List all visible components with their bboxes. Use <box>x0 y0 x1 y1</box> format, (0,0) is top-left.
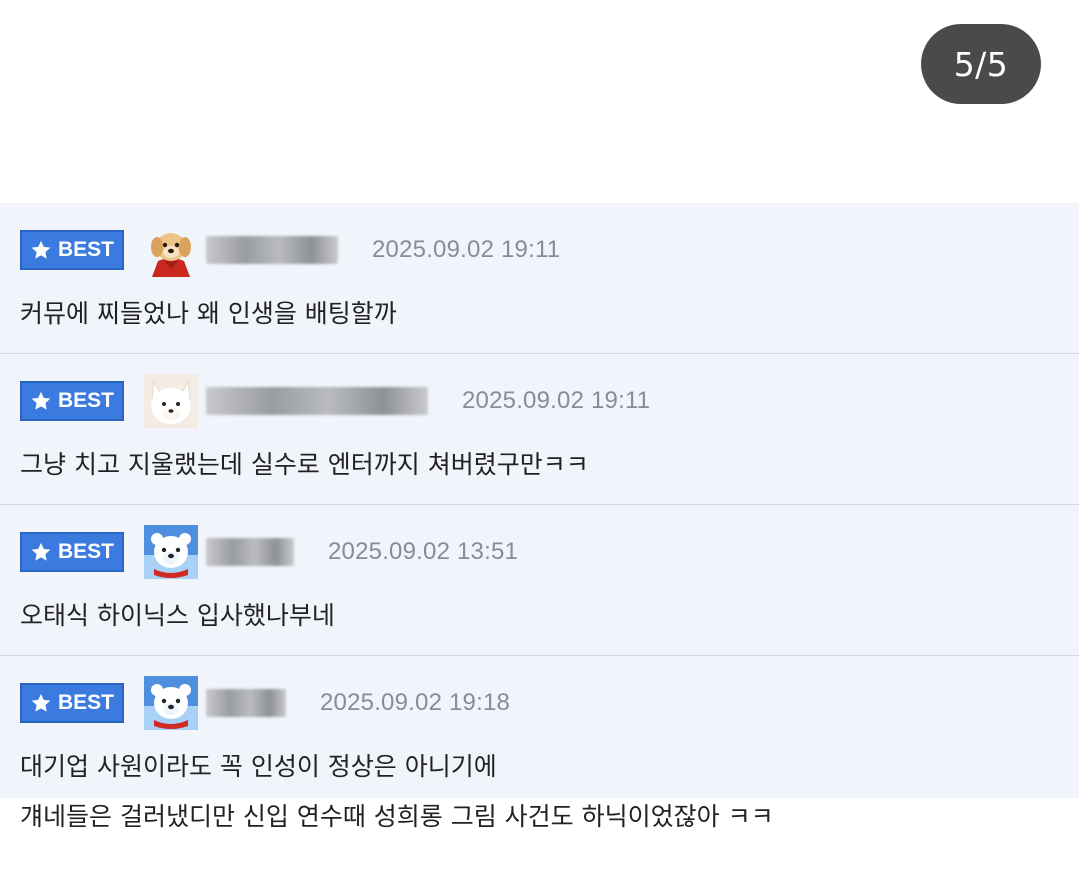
comment-date: 2025.09.02 19:11 <box>462 387 651 414</box>
nickname-blurred[interactable] <box>206 387 428 415</box>
comment-text: 그냥 치고 지울랬는데 실수로 엔터까지 쳐버렸구만ㅋㅋ <box>20 440 589 490</box>
comment-date: 2025.09.02 19:18 <box>320 689 511 716</box>
comment-item: BEST 2025.09.02 13:51 오태식 하이닉스 입사했나부네 <box>0 505 1079 656</box>
best-badge-label: BEST <box>57 389 114 412</box>
comment-date: 2025.09.02 19:11 <box>372 236 561 263</box>
comment-meta: BEST 2025.09.02 19:11 <box>20 374 650 428</box>
best-badge-label: BEST <box>57 540 114 563</box>
comment-text: 대기업 사원이라도 꼭 인성이 정상은 아니기에 걔네들은 걸러냈디만 신입 연… <box>20 742 774 842</box>
comment-line: 커뮤에 찌들었나 왜 인생을 배팅할까 <box>20 299 397 328</box>
comment-line: 오태식 하이닉스 입사했나부네 <box>20 601 335 630</box>
best-badge-label: BEST <box>57 691 114 714</box>
best-comment-list: BEST 2025.09.02 19:11 커뮤에 찌들었나 왜 인생을 배팅할… <box>0 203 1079 831</box>
comment-line: 그냥 치고 지울랬는데 실수로 엔터까지 쳐버렸구만ㅋㅋ <box>20 450 589 479</box>
star-icon <box>31 391 51 410</box>
comment-meta: BEST 2025.09.02 19:11 <box>20 223 560 277</box>
comment-text: 오태식 하이닉스 입사했나부네 <box>20 591 335 641</box>
comment-item: BEST 2025.09.02 19:11 그냥 치고 지울랬는데 실수로 엔터… <box>0 354 1079 505</box>
star-icon <box>31 693 51 712</box>
best-badge: BEST <box>20 381 124 421</box>
polar-bear-icon[interactable] <box>144 676 198 730</box>
nickname-blurred[interactable] <box>206 538 294 566</box>
nickname-blurred[interactable] <box>206 236 338 264</box>
golden-puppy-icon[interactable] <box>144 223 198 277</box>
comment-item: BEST 2025.09.02 19:11 커뮤에 찌들었나 왜 인생을 배팅할… <box>0 203 1079 354</box>
comment-meta: BEST 2025.09.02 13:51 <box>20 525 518 579</box>
comment-meta: BEST 2025.09.02 19:18 <box>20 676 510 730</box>
best-badge: BEST <box>20 683 124 723</box>
white-fox-dog-icon[interactable] <box>144 374 198 428</box>
best-badge: BEST <box>20 532 124 572</box>
star-icon <box>31 240 51 259</box>
comment-date: 2025.09.02 13:51 <box>328 538 519 565</box>
star-icon <box>31 542 51 561</box>
polar-bear-icon[interactable] <box>144 525 198 579</box>
comment-text: 커뮤에 찌들었나 왜 인생을 배팅할까 <box>20 289 397 339</box>
page-indicator: 5/5 <box>921 24 1041 104</box>
comment-line: 대기업 사원이라도 꼭 인성이 정상은 아니기에 <box>20 752 497 781</box>
comment-line: 걔네들은 걸러냈디만 신입 연수때 성희롱 그림 사건도 하닉이었잖아 ㅋㅋ <box>20 802 774 831</box>
nickname-blurred[interactable] <box>206 689 286 717</box>
best-badge-label: BEST <box>57 238 114 261</box>
best-badge: BEST <box>20 230 124 270</box>
comment-item: BEST 2025.09.02 19:18 대기업 사원이라도 꼭 인성이 정상… <box>0 656 1079 831</box>
